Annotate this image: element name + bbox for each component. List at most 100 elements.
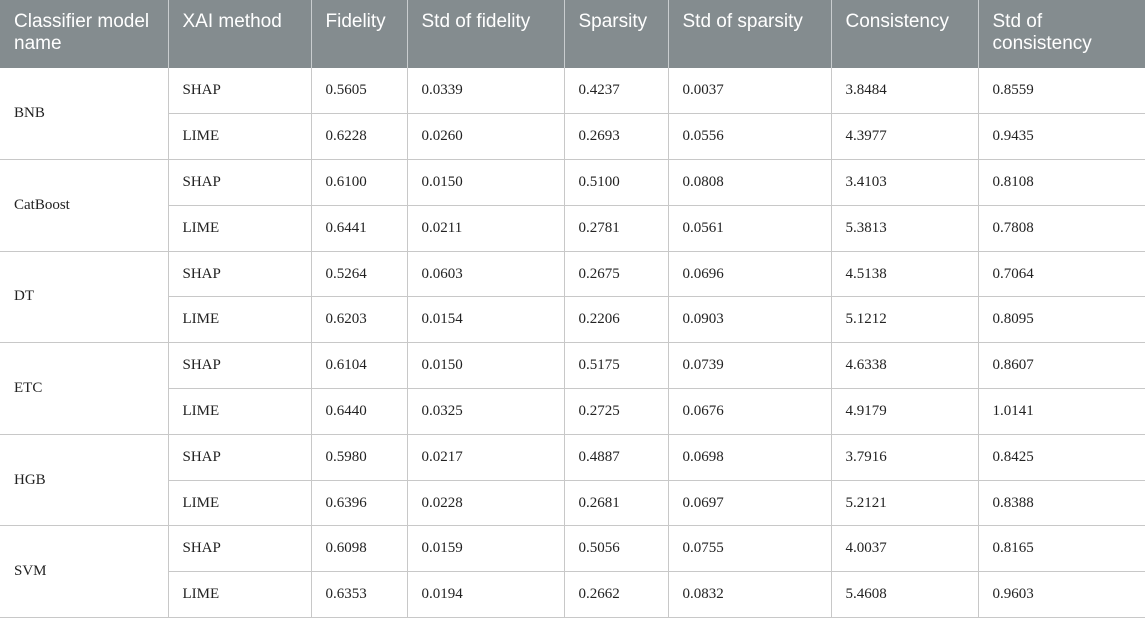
std-sparsity-cell: 0.0755 xyxy=(667,525,831,573)
consistency-cell: 4.0037 xyxy=(830,525,978,573)
sparsity-cell: 0.4887 xyxy=(563,434,668,481)
table-row: LIME 0.6353 0.0194 0.2662 0.0832 5.4608 0.9603 xyxy=(0,571,1145,618)
consistency-cell: 3.4103 xyxy=(830,159,978,206)
fidelity-cell: 0.6441 xyxy=(310,205,407,252)
xai-method-cell: LIME xyxy=(167,571,311,618)
fidelity-cell: 0.6440 xyxy=(310,388,407,435)
std-consistency-cell: 1.0141 xyxy=(977,388,1145,435)
table-row: LIME 0.6228 0.0260 0.2693 0.0556 4.3977 0.9435 xyxy=(0,113,1145,161)
std-consistency-cell: 0.8607 xyxy=(977,342,1145,390)
sparsity-cell: 0.5056 xyxy=(563,525,668,573)
std-fidelity-cell: 0.0194 xyxy=(406,571,564,618)
classifier-model-cell: HGB xyxy=(0,434,168,527)
std-fidelity-cell: 0.0150 xyxy=(406,342,564,390)
xai-method-cell: LIME xyxy=(167,480,311,527)
xai-method-cell: SHAP xyxy=(167,342,311,390)
std-fidelity-cell: 0.0217 xyxy=(406,434,564,481)
sparsity-cell: 0.2781 xyxy=(563,205,668,252)
std-consistency-cell: 0.8559 xyxy=(977,68,1145,115)
classifier-model-cell: DT xyxy=(0,251,168,344)
consistency-cell: 4.3977 xyxy=(830,113,978,161)
table-row: ETC SHAP 0.6104 0.0150 0.5175 0.0739 4.6338 0.8… xyxy=(0,342,1145,435)
sparsity-cell: 0.4237 xyxy=(563,68,668,115)
header-classifier-model-name: Classifier model name xyxy=(0,0,168,68)
std-sparsity-cell: 0.0697 xyxy=(667,480,831,527)
table-row: CatBoost SHAP 0.6100 0.0150 0.5100 0.0808 3.41… xyxy=(0,159,1145,252)
std-fidelity-cell: 0.0325 xyxy=(406,388,564,435)
consistency-cell: 3.7916 xyxy=(830,434,978,481)
xai-method-cell: LIME xyxy=(167,296,311,344)
xai-method-cell: SHAP xyxy=(167,525,311,573)
table-row: DT SHAP 0.5264 0.0603 0.2675 0.0696 4.5138 0.70… xyxy=(0,251,1145,344)
table-header: Classifier model name XAI method Fidelit… xyxy=(0,0,1145,68)
header-sparsity: Sparsity xyxy=(563,0,668,68)
std-consistency-cell: 0.8388 xyxy=(977,480,1145,527)
sparsity-cell: 0.2206 xyxy=(563,296,668,344)
fidelity-cell: 0.6100 xyxy=(310,159,407,206)
header-consistency: Consistency xyxy=(830,0,978,68)
std-sparsity-cell: 0.0037 xyxy=(667,68,831,115)
fidelity-cell: 0.6396 xyxy=(310,480,407,527)
std-consistency-cell: 0.8095 xyxy=(977,296,1145,344)
xai-method-cell: SHAP xyxy=(167,68,311,115)
std-sparsity-cell: 0.0676 xyxy=(667,388,831,435)
header-row: Classifier model name XAI method Fidelit… xyxy=(0,0,1145,68)
header-std-of-consistency: Std of consistency xyxy=(977,0,1145,68)
xai-method-cell: SHAP xyxy=(167,434,311,481)
std-consistency-cell: 0.8108 xyxy=(977,159,1145,206)
consistency-cell: 5.3813 xyxy=(830,205,978,252)
classifier-model-cell: CatBoost xyxy=(0,159,168,252)
table-row: LIME 0.6396 0.0228 0.2681 0.0697 5.2121 0.8388 xyxy=(0,480,1145,527)
std-sparsity-cell: 0.0556 xyxy=(667,113,831,161)
sparsity-cell: 0.5100 xyxy=(563,159,668,206)
sparsity-cell: 0.2681 xyxy=(563,480,668,527)
results-table: Classifier model name XAI method Fidelit… xyxy=(0,0,1145,618)
std-consistency-cell: 0.8425 xyxy=(977,434,1145,481)
std-fidelity-cell: 0.0159 xyxy=(406,525,564,573)
header-std-of-sparsity: Std of sparsity xyxy=(667,0,831,68)
fidelity-cell: 0.6203 xyxy=(310,296,407,344)
fidelity-cell: 0.5980 xyxy=(310,434,407,481)
sparsity-cell: 0.5175 xyxy=(563,342,668,390)
std-sparsity-cell: 0.0808 xyxy=(667,159,831,206)
consistency-cell: 5.4608 xyxy=(830,571,978,618)
sparsity-cell: 0.2675 xyxy=(563,251,668,298)
std-sparsity-cell: 0.0561 xyxy=(667,205,831,252)
consistency-cell: 5.1212 xyxy=(830,296,978,344)
xai-method-cell: SHAP xyxy=(167,251,311,298)
sparsity-cell: 0.2662 xyxy=(563,571,668,618)
header-xai-method: XAI method xyxy=(167,0,311,68)
table-body: BNB SHAP 0.5605 0.0339 0.4237 0.0037 3.8484 0.8… xyxy=(0,68,1145,618)
xai-method-cell: LIME xyxy=(167,113,311,161)
std-consistency-cell: 0.7064 xyxy=(977,251,1145,298)
std-fidelity-cell: 0.0603 xyxy=(406,251,564,298)
std-fidelity-cell: 0.0228 xyxy=(406,480,564,527)
fidelity-cell: 0.5264 xyxy=(310,251,407,298)
consistency-cell: 4.9179 xyxy=(830,388,978,435)
table-row: SVM SHAP 0.6098 0.0159 0.5056 0.0755 4.0037 0.8… xyxy=(0,525,1145,618)
header-fidelity: Fidelity xyxy=(310,0,407,68)
consistency-cell: 3.8484 xyxy=(830,68,978,115)
consistency-cell: 5.2121 xyxy=(830,480,978,527)
std-fidelity-cell: 0.0154 xyxy=(406,296,564,344)
fidelity-cell: 0.5605 xyxy=(310,68,407,115)
std-fidelity-cell: 0.0150 xyxy=(406,159,564,206)
table-row: LIME 0.6203 0.0154 0.2206 0.0903 5.1212 0.8095 xyxy=(0,296,1145,344)
table-row: HGB SHAP 0.5980 0.0217 0.4887 0.0698 3.7916 0.8… xyxy=(0,434,1145,527)
xai-method-cell: LIME xyxy=(167,205,311,252)
std-consistency-cell: 0.7808 xyxy=(977,205,1145,252)
sparsity-cell: 0.2693 xyxy=(563,113,668,161)
header-std-of-fidelity: Std of fidelity xyxy=(406,0,564,68)
std-fidelity-cell: 0.0339 xyxy=(406,68,564,115)
std-sparsity-cell: 0.0696 xyxy=(667,251,831,298)
std-sparsity-cell: 0.0698 xyxy=(667,434,831,481)
std-consistency-cell: 0.8165 xyxy=(977,525,1145,573)
fidelity-cell: 0.6353 xyxy=(310,571,407,618)
classifier-model-cell: ETC xyxy=(0,342,168,435)
table-row: LIME 0.6441 0.0211 0.2781 0.0561 5.3813 0.7808 xyxy=(0,205,1145,252)
fidelity-cell: 0.6098 xyxy=(310,525,407,573)
std-sparsity-cell: 0.0832 xyxy=(667,571,831,618)
classifier-model-cell: SVM xyxy=(0,525,168,618)
table-row: LIME 0.6440 0.0325 0.2725 0.0676 4.9179 1.0141 xyxy=(0,388,1145,435)
table-row: BNB SHAP 0.5605 0.0339 0.4237 0.0037 3.8484 0.8… xyxy=(0,68,1145,161)
